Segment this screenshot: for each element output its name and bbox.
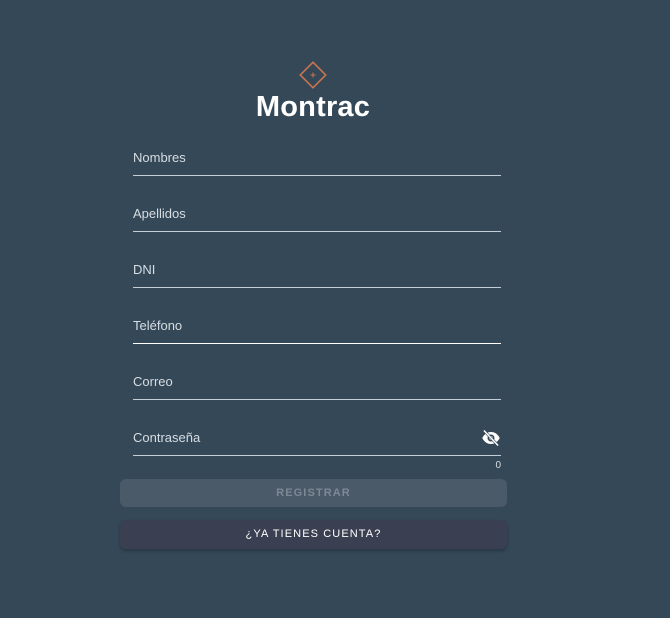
password-field[interactable]: Contraseña [133, 424, 501, 456]
last-name-field[interactable]: Apellidos [133, 200, 501, 232]
phone-underline [133, 343, 501, 344]
first-name-underline [133, 175, 501, 176]
last-name-underline [133, 231, 501, 232]
have-account-button[interactable]: ¿YA TIENES CUENTA? [120, 520, 507, 549]
email-field[interactable]: Correo [133, 368, 501, 400]
email-underline [133, 399, 501, 400]
email-label: Correo [133, 374, 173, 389]
dni-underline [133, 287, 501, 288]
phone-field[interactable]: Teléfono [133, 312, 501, 344]
last-name-label: Apellidos [133, 206, 186, 221]
register-button[interactable]: REGISTRAR [120, 479, 507, 507]
phone-label: Teléfono [133, 318, 183, 333]
app-title: Montrac [255, 91, 371, 123]
first-name-label: Nombres [133, 150, 186, 165]
password-underline [133, 455, 501, 456]
eye-off-icon[interactable] [481, 428, 501, 448]
password-label: Contraseña [133, 430, 201, 445]
password-char-counter: 0 [495, 460, 501, 471]
first-name-field[interactable]: Nombres [133, 144, 501, 176]
dni-field[interactable]: DNI [133, 256, 501, 288]
logo-diamond-icon [299, 61, 327, 89]
dni-label: DNI [133, 262, 156, 277]
